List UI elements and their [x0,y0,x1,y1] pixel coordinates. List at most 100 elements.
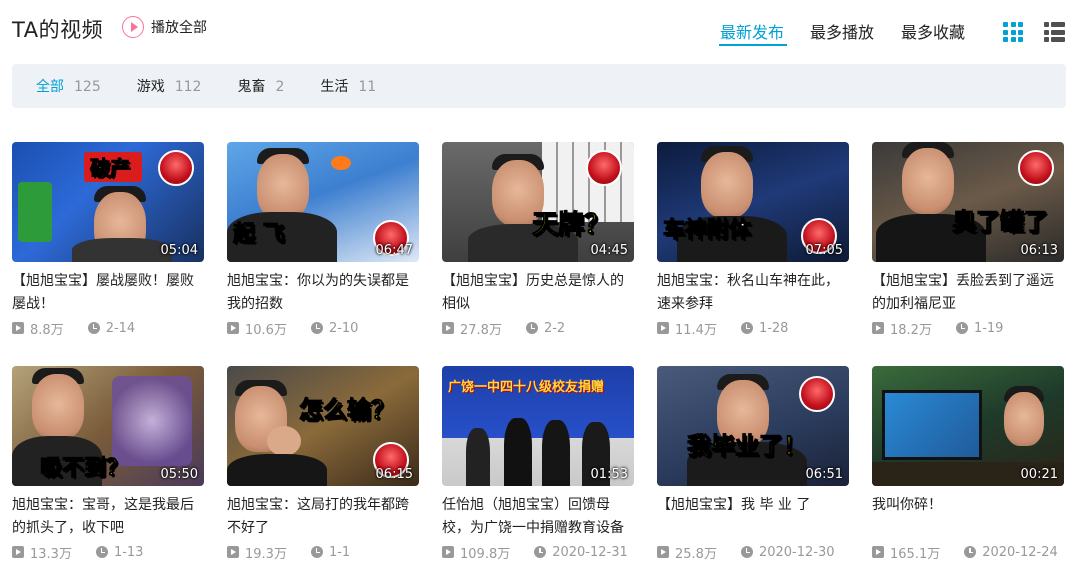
video-title[interactable]: 旭旭宝宝：这局打的我年都跨不好了 [227,494,419,540]
thumbnail-caption: 我毕业了！ [687,432,808,461]
sort-most-favorited[interactable]: 最多收藏 [901,19,965,43]
video-duration: 04:45 [590,243,628,258]
video-title[interactable]: 【旭旭宝宝】我 毕 业 了 [657,494,849,540]
video-meta: 18.2万 1-19 [872,318,1064,338]
video-thumbnail[interactable]: 我毕业了！ 06:51 [657,366,849,486]
video-duration: 05:50 [160,467,198,482]
video-thumbnail[interactable]: 广饶一中四十八级校友捐赠 01:53 [442,366,634,486]
thumbnail-caption: 起 飞 [233,222,286,248]
filter-game[interactable]: 游戏 112 [137,76,202,96]
filter-name: 生活 [320,79,349,95]
video-title[interactable]: 旭旭宝宝：你以为的失误都是我的招数 [227,270,419,316]
view-count: 19.3万 [245,546,287,562]
video-card[interactable]: 臭了罐了 06:13 【旭旭宝宝】丢脸丢到了遥远的加利福尼亚 18.2万 1-1… [872,142,1064,338]
upload-date: 2-10 [328,320,359,336]
video-card[interactable]: 怎么输？ 06:15 旭旭宝宝：这局打的我年都跨不好了 19.3万 1-1 [227,366,419,562]
video-thumbnail[interactable]: 怎么输？ 06:15 [227,366,419,486]
video-card[interactable]: 广饶一中四十八级校友捐赠 01:53 任怡旭（旭旭宝宝）回馈母校，为广饶一中捐赠… [442,366,634,562]
sort-active-underline [719,44,787,46]
play-count-icon [657,546,669,558]
video-card[interactable]: 车神附体 07:05 旭旭宝宝：秋名山车神在此，速来参拜 11.4万 1-28 [657,142,849,338]
view-count: 8.8万 [30,322,64,338]
grid-view-icon[interactable] [1003,22,1023,42]
video-meta: 8.8万 2-14 [12,318,204,338]
upload-date: 2020-12-24 [982,544,1058,560]
upload-date: 2-2 [543,320,566,336]
view-count: 18.2万 [890,322,932,338]
clock-icon [525,322,538,334]
play-all-label: 播放全部 [151,20,207,36]
video-duration: 06:51 [805,467,843,482]
video-thumbnail[interactable]: 00:21 [872,366,1064,486]
clock-icon [955,322,968,334]
video-card[interactable]: 起 飞 06:47 旭旭宝宝：你以为的失误都是我的招数 10.6万 2-10 [227,142,419,338]
thumbnail-caption: 吸不到？ [39,456,129,482]
video-meta: 25.8万 2020-12-30 [657,542,849,562]
upload-date: 2-14 [105,320,136,336]
play-count-icon [12,322,24,334]
upload-date: 2020-12-31 [552,544,628,560]
filter-count: 11 [358,79,377,95]
video-card[interactable]: 00:21 我叫你碎！ 165.1万 2020-12-24 [872,366,1064,562]
thumbnail-caption: 车神附体 [662,218,752,244]
video-title[interactable]: 【旭旭宝宝】历史总是惊人的相似 [442,270,634,316]
video-title[interactable]: 【旭旭宝宝】丢脸丢到了遥远的加利福尼亚 [872,270,1064,316]
clock-icon [740,322,753,334]
video-thumbnail[interactable]: 起 飞 06:47 [227,142,419,262]
thumbnail-caption: 破产 [90,156,131,181]
video-thumbnail[interactable]: 臭了罐了 06:13 [872,142,1064,262]
play-count-icon [872,546,884,558]
filter-all[interactable]: 全部 125 [36,76,101,96]
upload-date: 1-1 [328,544,351,560]
video-thumbnail[interactable]: 吸不到？ 05:50 [12,366,204,486]
upload-date: 1-19 [973,320,1004,336]
sort-most-played[interactable]: 最多播放 [810,19,874,43]
upload-date: 2020-12-30 [758,544,835,560]
video-title[interactable]: 任怡旭（旭旭宝宝）回馈母校，为广饶一中捐赠教育设备 [442,494,634,540]
view-count: 11.4万 [675,322,717,338]
clock-icon [95,546,108,558]
video-duration: 07:05 [805,243,843,258]
video-thumbnail[interactable]: 天牌？ 04:45 [442,142,634,262]
video-card[interactable]: 破产 05:04 【旭旭宝宝】屡战屡败！屡败屡战！ 8.8万 2-14 [12,142,204,338]
video-title[interactable]: 旭旭宝宝：秋名山车神在此，速来参拜 [657,270,849,316]
uploader-avatar-badge [1018,150,1054,186]
filter-life[interactable]: 生活 11 [320,76,376,96]
video-title[interactable]: 旭旭宝宝：宝哥，这是我最后的抓头了，收下吧 [12,494,204,540]
play-count-icon [872,322,884,334]
filter-count: 2 [275,79,285,95]
play-circle-icon [122,16,144,38]
video-card[interactable]: 天牌？ 04:45 【旭旭宝宝】历史总是惊人的相似 27.8万 2-2 [442,142,634,338]
play-count-icon [442,322,454,334]
upload-date: 1-13 [113,544,144,560]
video-list-header: TA的视频 播放全部 最新发布 最多播放 最多收藏 [0,0,1080,60]
video-title[interactable]: 【旭旭宝宝】屡战屡败！屡败屡战！ [12,270,204,316]
play-count-icon [657,322,669,334]
video-duration: 06:13 [1020,243,1058,258]
clock-icon [310,546,323,558]
video-card[interactable]: 我毕业了！ 06:51 【旭旭宝宝】我 毕 业 了 25.8万 2020-12-… [657,366,849,562]
video-thumbnail[interactable]: 破产 05:04 [12,142,204,262]
thumbnail-caption: 天牌？ [531,210,611,241]
video-duration: 06:15 [375,467,413,482]
video-duration: 06:47 [375,243,413,258]
play-count-icon [12,546,24,558]
list-view-icon[interactable] [1044,22,1065,42]
video-thumbnail[interactable]: 车神附体 07:05 [657,142,849,262]
play-all-button[interactable]: 播放全部 [122,16,207,38]
sort-newest[interactable]: 最新发布 [720,19,784,43]
view-count: 27.8万 [460,322,502,338]
thumbnail-caption: 怎么输？ [299,396,396,425]
play-count-icon [227,322,239,334]
clock-icon [310,322,323,334]
uploader-avatar-badge [586,150,622,186]
filter-count: 112 [174,79,202,95]
filter-kichiku[interactable]: 鬼畜 2 [237,76,284,96]
view-count: 109.8万 [460,546,511,562]
thumbnail-caption: 臭了罐了 [952,208,1049,237]
filter-count: 125 [74,79,101,95]
video-card[interactable]: 吸不到？ 05:50 旭旭宝宝：宝哥，这是我最后的抓头了，收下吧 13.3万 1… [12,366,204,562]
video-title[interactable]: 我叫你碎！ [872,494,1064,540]
video-duration: 05:04 [160,243,198,258]
clock-icon [964,546,977,558]
